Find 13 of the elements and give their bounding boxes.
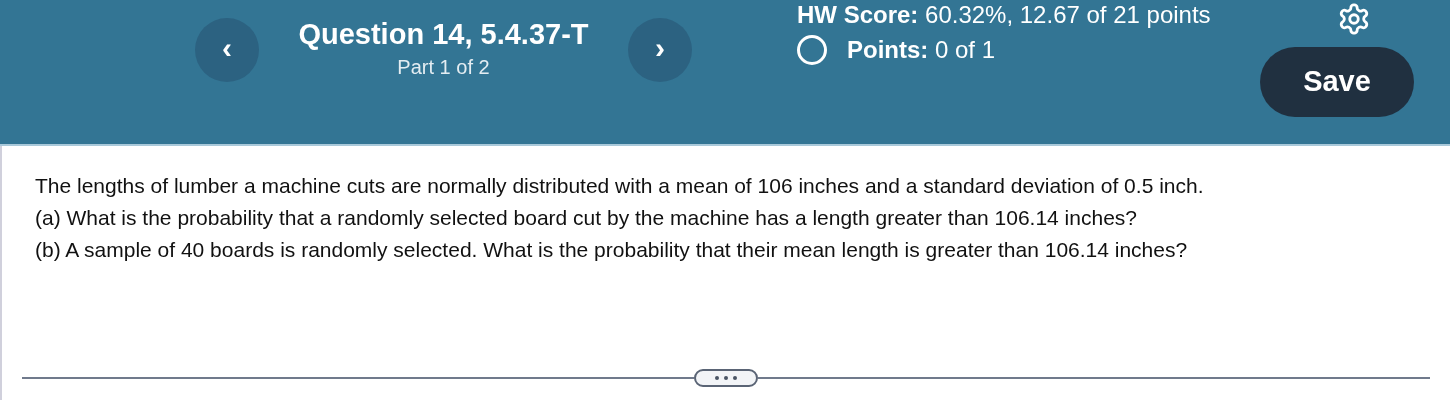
- question-paragraph: (a) What is the probability that a randomly selected board cut by the machine has a length greater than 106.14 inches?: [35, 205, 1138, 231]
- dots-icon: [715, 376, 737, 380]
- hw-score: HW Score: 60.32%, 12.67 of 21 points: [797, 0, 1212, 30]
- question-title: Question 14, 5.4.37-T: [298, 16, 589, 52]
- question-paragraph: (b) A sample of 40 boards is randomly selected. What is the probability that their mean length is greater than 106.14 inches?: [35, 237, 1189, 263]
- next-question-button[interactable]: ›: [628, 18, 692, 82]
- expand-handle[interactable]: [694, 369, 758, 387]
- previous-question-button[interactable]: ‹: [195, 18, 259, 82]
- part-label: Part 1 of 2: [397, 54, 490, 80]
- save-button[interactable]: Save: [1260, 47, 1414, 117]
- question-paragraph: The lengths of lumber a machine cuts are normally distributed with a mean of 106 inches and a standard deviation of 0.5 inch.: [35, 173, 1205, 199]
- settings-icon[interactable]: [1337, 2, 1371, 36]
- points-label: Points: 0 of 1: [847, 35, 996, 65]
